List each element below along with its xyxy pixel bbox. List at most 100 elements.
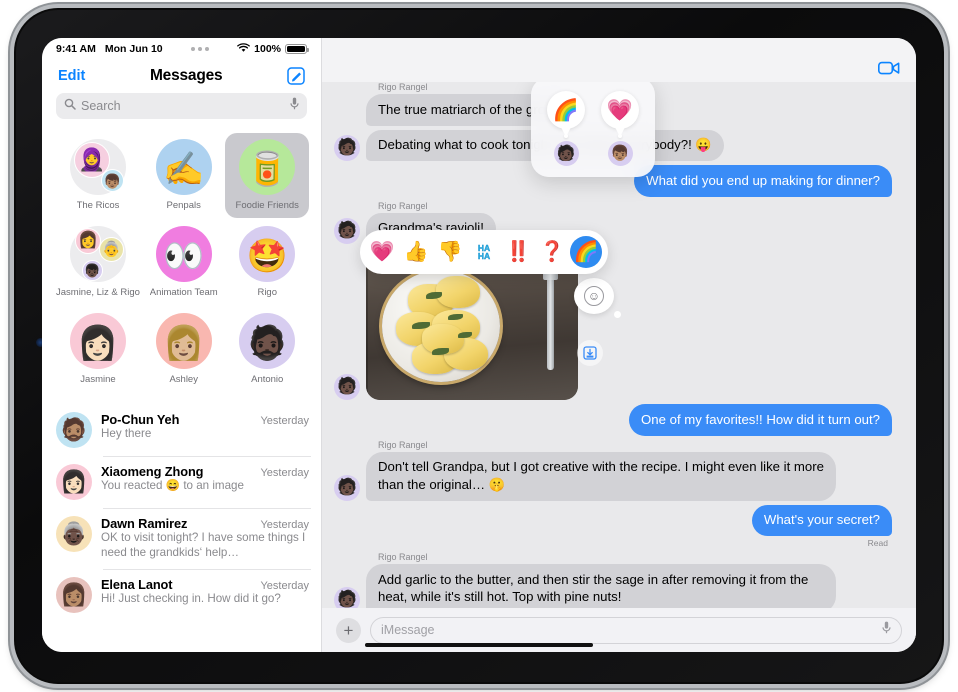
smiley-face-icon[interactable]: ☺ bbox=[574, 278, 621, 318]
conversation-body: Xiaomeng Zhong Yesterday You reacted 😄 to … bbox=[101, 464, 309, 500]
conversation-preview: Hey there bbox=[101, 427, 152, 440]
pinned-conversation-label: Antonio bbox=[251, 374, 284, 385]
conversation-timestamp: Yesterday bbox=[260, 415, 309, 427]
avatar: 🧔🏿 bbox=[239, 313, 296, 369]
edit-button[interactable]: Edit bbox=[58, 68, 85, 84]
message-sender-name: Rigo Rangel bbox=[378, 439, 428, 450]
microphone-icon[interactable] bbox=[290, 97, 299, 115]
message-group: Rigo Rangel 🧑🏿 Don't tell Grandpa, but I g… bbox=[334, 440, 892, 501]
message-bubble[interactable]: What did you end up making for dinner? bbox=[634, 165, 892, 197]
message-thread: Rigo Rangel🧑🏿The true matriarch of the g… bbox=[322, 38, 916, 652]
sender-avatar[interactable]: 🧑🏿 bbox=[334, 374, 360, 401]
imessage-placeholder: iMessage bbox=[381, 623, 435, 637]
conversation-list-item[interactable]: 👩🏽 Elena Lanot Yesterday Hi! Just checking … bbox=[42, 568, 321, 621]
tapback-summary-entry: 🌈 🧑🏿 bbox=[547, 91, 585, 166]
heart-tapback[interactable]: 💗 bbox=[366, 236, 398, 268]
pinned-conversations-grid: 🧕 👦🏽 The Ricos ✍️ Penpals 🥫 Foodie Friends 👩 👵 👦🏿… bbox=[42, 129, 321, 402]
tapback-reaction-emoji: 💗 bbox=[601, 91, 639, 129]
sender-avatar[interactable]: 🧑🏿 bbox=[334, 474, 360, 501]
fork bbox=[543, 258, 558, 371]
message-group: One of my favorites!! How did it turn ou… bbox=[334, 404, 892, 436]
tapback-summary-popup[interactable]: 🌈 🧑🏿 💗 👦🏽 bbox=[531, 82, 655, 177]
pinned-conversation-penpals[interactable]: ✍️ Penpals bbox=[142, 133, 226, 218]
message-bubble[interactable]: One of my favorites!! How did it turn ou… bbox=[629, 404, 892, 436]
avatar: 🥫 bbox=[239, 139, 296, 195]
avatar: 👩🏼 bbox=[155, 313, 212, 369]
message-group: What's your secret? Read bbox=[334, 504, 892, 548]
conversation-preview: Hi! Just checking in. How did it go? bbox=[101, 591, 281, 605]
message-bubble[interactable]: Don't tell Grandpa, but I got creative w… bbox=[366, 451, 836, 501]
pinned-conversation-jasmine[interactable]: 👩🏻 Jasmine bbox=[54, 307, 142, 392]
message-row: 🧑🏿 Add garlic to the butter, and then sti… bbox=[334, 564, 892, 608]
conversation-name: Po-Chun Yeh bbox=[101, 412, 180, 427]
conversation-name: Elena Lanot bbox=[101, 576, 173, 592]
avatar: 👩 👵 👦🏿 bbox=[69, 226, 126, 282]
thumbs-down-tapback[interactable]: 👎 bbox=[434, 236, 466, 268]
sender-avatar[interactable]: 🧑🏿 bbox=[334, 218, 360, 245]
pinned-conversation-ashley[interactable]: 👩🏼 Ashley bbox=[142, 307, 226, 392]
search-icon bbox=[64, 97, 76, 115]
tapback-reaction-emoji: 🌈 bbox=[547, 91, 585, 129]
message-group: Rigo Rangel 🧑🏿 Add garlic to the butter, a… bbox=[334, 552, 892, 608]
conversation-list-item[interactable]: 👩🏻 Xiaomeng Zhong Yesterday You reacted 😄 t… bbox=[42, 456, 321, 508]
imessage-input[interactable]: iMessage bbox=[370, 616, 902, 644]
message-row: What's your secret? bbox=[334, 504, 892, 537]
pinned-conversation-rigo[interactable]: 🤩 Rigo bbox=[225, 220, 309, 305]
conversation-list-item[interactable]: 🧔🏽 Po-Chun Yeh Yesterday Hey there bbox=[42, 404, 321, 456]
message-sender-name: Rigo Rangel bbox=[378, 200, 428, 211]
pinned-conversation-antonio[interactable]: 🧔🏿 Antonio bbox=[225, 307, 309, 392]
avatar: 👀 bbox=[155, 226, 212, 282]
tapback-picker[interactable]: 💗 👍 👎 HA HA ‼️ ❓ 🌈 bbox=[360, 230, 608, 274]
message-sender-name: Rigo Rangel bbox=[378, 552, 428, 563]
exclamation-tapback[interactable]: ‼️ bbox=[502, 236, 534, 268]
facetime-video-icon[interactable] bbox=[878, 60, 900, 76]
messages-sidebar: 9:41 AM Mon Jun 10 100% Edit Messages Se… bbox=[42, 38, 322, 652]
pinned-conversation-label: Rigo bbox=[257, 287, 277, 298]
conversation-body: Dawn Ramirez Yesterday OK to visit tonight… bbox=[101, 516, 309, 561]
sender-avatar[interactable]: 🧑🏿 bbox=[334, 135, 360, 162]
pinned-conversation-label: Animation Team bbox=[149, 287, 218, 298]
avatar: 🧔🏽 bbox=[56, 412, 92, 448]
search-placeholder: Search bbox=[81, 99, 121, 113]
tapback-reactor-avatar: 👦🏽 bbox=[607, 141, 633, 166]
pinned-conversation-animation-team[interactable]: 👀 Animation Team bbox=[142, 220, 226, 305]
message-row: 🧑🏿 Don't tell Grandpa, but I got creative… bbox=[334, 451, 892, 501]
avatar: 👩🏻 bbox=[69, 313, 126, 369]
tapback-summary-entry: 💗 👦🏽 bbox=[601, 91, 639, 166]
conversation-body: Po-Chun Yeh Yesterday Hey there bbox=[101, 412, 309, 448]
message-bubble[interactable]: What's your secret? bbox=[751, 504, 892, 537]
messages-scroll-area[interactable]: Rigo Rangel🧑🏿The true matriarch of the g… bbox=[322, 82, 916, 608]
sidebar-nav-bar: Edit Messages bbox=[42, 60, 321, 93]
smiley-glyph: ☺ bbox=[584, 286, 604, 306]
compose-icon[interactable] bbox=[287, 67, 305, 85]
avatar: 🧕 👦🏽 bbox=[69, 139, 126, 195]
microphone-icon[interactable] bbox=[882, 621, 891, 639]
avatar: 🤩 bbox=[239, 226, 296, 282]
conversation-timestamp: Yesterday bbox=[260, 519, 309, 531]
pinned-conversation-jasmine-liz-rigo[interactable]: 👩 👵 👦🏿 Jasmine, Liz & Rigo bbox=[54, 220, 142, 305]
avatar: ✍️ bbox=[155, 139, 212, 195]
pinned-conversation-label: Ashley bbox=[169, 374, 198, 385]
search-input[interactable]: Search bbox=[56, 93, 307, 119]
conversation-body: Elena Lanot Yesterday Hi! Just checking in… bbox=[101, 577, 309, 613]
tapback-reactor-avatar: 🧑🏿 bbox=[553, 141, 579, 166]
rainbow-emoji-tapback[interactable]: 🌈 bbox=[570, 236, 602, 268]
conversation-name: Xiaomeng Zhong bbox=[101, 464, 204, 479]
pinned-conversation-label: Jasmine, Liz & Rigo bbox=[56, 287, 140, 298]
ipad-screen: 9:41 AM Mon Jun 10 100% Edit Messages Se… bbox=[42, 38, 916, 652]
pinned-conversation-foodie-friends[interactable]: 🥫 Foodie Friends bbox=[225, 133, 309, 218]
message-row: One of my favorites!! How did it turn ou… bbox=[334, 404, 892, 436]
pinned-conversation-label: Penpals bbox=[166, 200, 201, 211]
message-bubble[interactable]: Add garlic to the butter, and then stir … bbox=[366, 564, 836, 608]
question-tapback[interactable]: ❓ bbox=[536, 236, 568, 268]
haha-tapback[interactable]: HA HA bbox=[468, 236, 500, 268]
conversation-preview: You reacted 😄 to an image bbox=[101, 479, 244, 492]
thumbs-up-tapback[interactable]: 👍 bbox=[400, 236, 432, 268]
home-indicator bbox=[365, 643, 593, 647]
pinned-conversation-the-ricos[interactable]: 🧕 👦🏽 The Ricos bbox=[54, 133, 142, 218]
conversation-timestamp: Yesterday bbox=[260, 467, 309, 479]
save-to-photos-icon[interactable] bbox=[577, 340, 603, 366]
sender-avatar[interactable]: 🧑🏿 bbox=[334, 587, 360, 608]
conversation-list-item[interactable]: 👵🏿 Dawn Ramirez Yesterday OK to visit tonig… bbox=[42, 508, 321, 569]
plus-icon[interactable]: + bbox=[336, 617, 361, 643]
